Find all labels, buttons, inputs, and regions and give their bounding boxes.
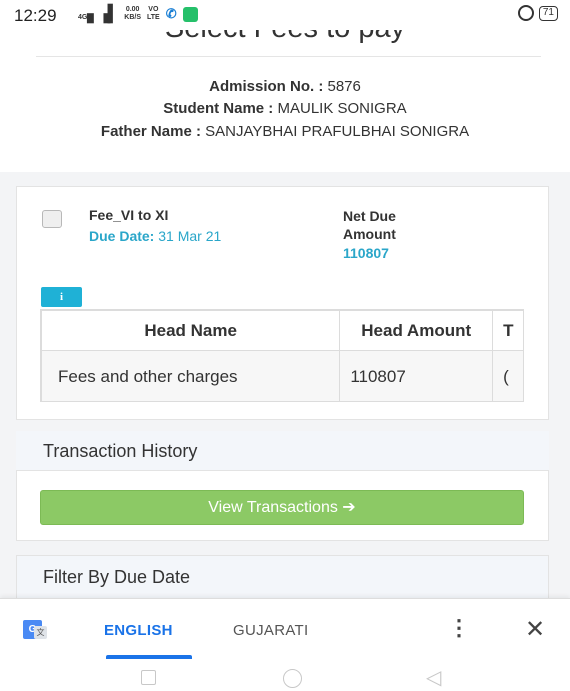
net-due-label: Net Due Amount xyxy=(343,208,396,242)
fee-head-table: Head Name Head Amount T Fees and other c… xyxy=(41,310,523,401)
back-button[interactable]: ◁ xyxy=(426,665,441,690)
whatsapp-icon xyxy=(182,6,198,22)
network-speed: 0.00 KB/S xyxy=(124,6,141,21)
status-time: 12:29 xyxy=(14,6,57,25)
battery-icon: 71 xyxy=(538,5,558,21)
header-truncated: T xyxy=(492,310,523,351)
recents-button[interactable] xyxy=(141,670,156,685)
status-bar: 12:29 4G▖▗▍ 0.00 KB/S VO LTE ✆ 71 xyxy=(0,0,570,30)
admission-number: Admission No. : 5876 xyxy=(209,78,361,95)
cell-head-name: Fees and other charges xyxy=(41,350,341,401)
fee-due-date: Due Date: 31 Mar 21 xyxy=(89,228,222,244)
table-header-row: Head Name Head Amount T xyxy=(41,310,523,351)
language-english-tab[interactable]: ENGLISH xyxy=(104,622,173,639)
status-icons: 4G▖▗▍ 0.00 KB/S VO LTE ✆ xyxy=(78,4,198,24)
fee-select-checkbox[interactable] xyxy=(42,210,62,228)
fee-table-container[interactable]: Head Name Head Amount T Fees and other c… xyxy=(40,309,524,402)
active-tab-indicator xyxy=(106,655,192,659)
info-button[interactable]: i xyxy=(41,287,82,307)
language-gujarati-tab[interactable]: GUJARATI xyxy=(233,622,308,639)
fee-name: Fee_VI to XI xyxy=(89,207,169,223)
google-translate-icon-secondary: 文 xyxy=(34,626,47,639)
volte-icon: VO LTE xyxy=(147,6,160,21)
filter-title: Filter By Due Date xyxy=(43,567,191,587)
transaction-history-title: Transaction History xyxy=(43,441,198,461)
more-options-icon[interactable]: ⋮ xyxy=(448,617,470,639)
cell-truncated: ( xyxy=(492,350,523,401)
header-head-name: Head Name xyxy=(41,310,341,351)
signal-icon: 4G▖▗▍ xyxy=(78,6,120,23)
view-transactions-button[interactable]: View Transactions ➔ xyxy=(40,490,524,525)
home-button[interactable] xyxy=(283,669,302,688)
father-name: Father Name : SANJAYBHAI PRAFULBHAI SONI… xyxy=(100,123,470,140)
alarm-icon xyxy=(517,5,534,21)
status-right: 71 xyxy=(517,5,558,21)
header-head-amount: Head Amount xyxy=(339,310,494,351)
net-due-amount: 110807 xyxy=(343,245,389,261)
cell-head-amount: 110807 xyxy=(339,350,494,401)
close-icon[interactable]: ✕ xyxy=(525,618,545,642)
title-divider xyxy=(36,56,541,57)
phone-icon: ✆ xyxy=(165,6,177,21)
table-row: Fees and other charges 110807 ( xyxy=(41,350,523,401)
student-name: Student Name : MAULIK SONIGRA xyxy=(163,100,407,117)
